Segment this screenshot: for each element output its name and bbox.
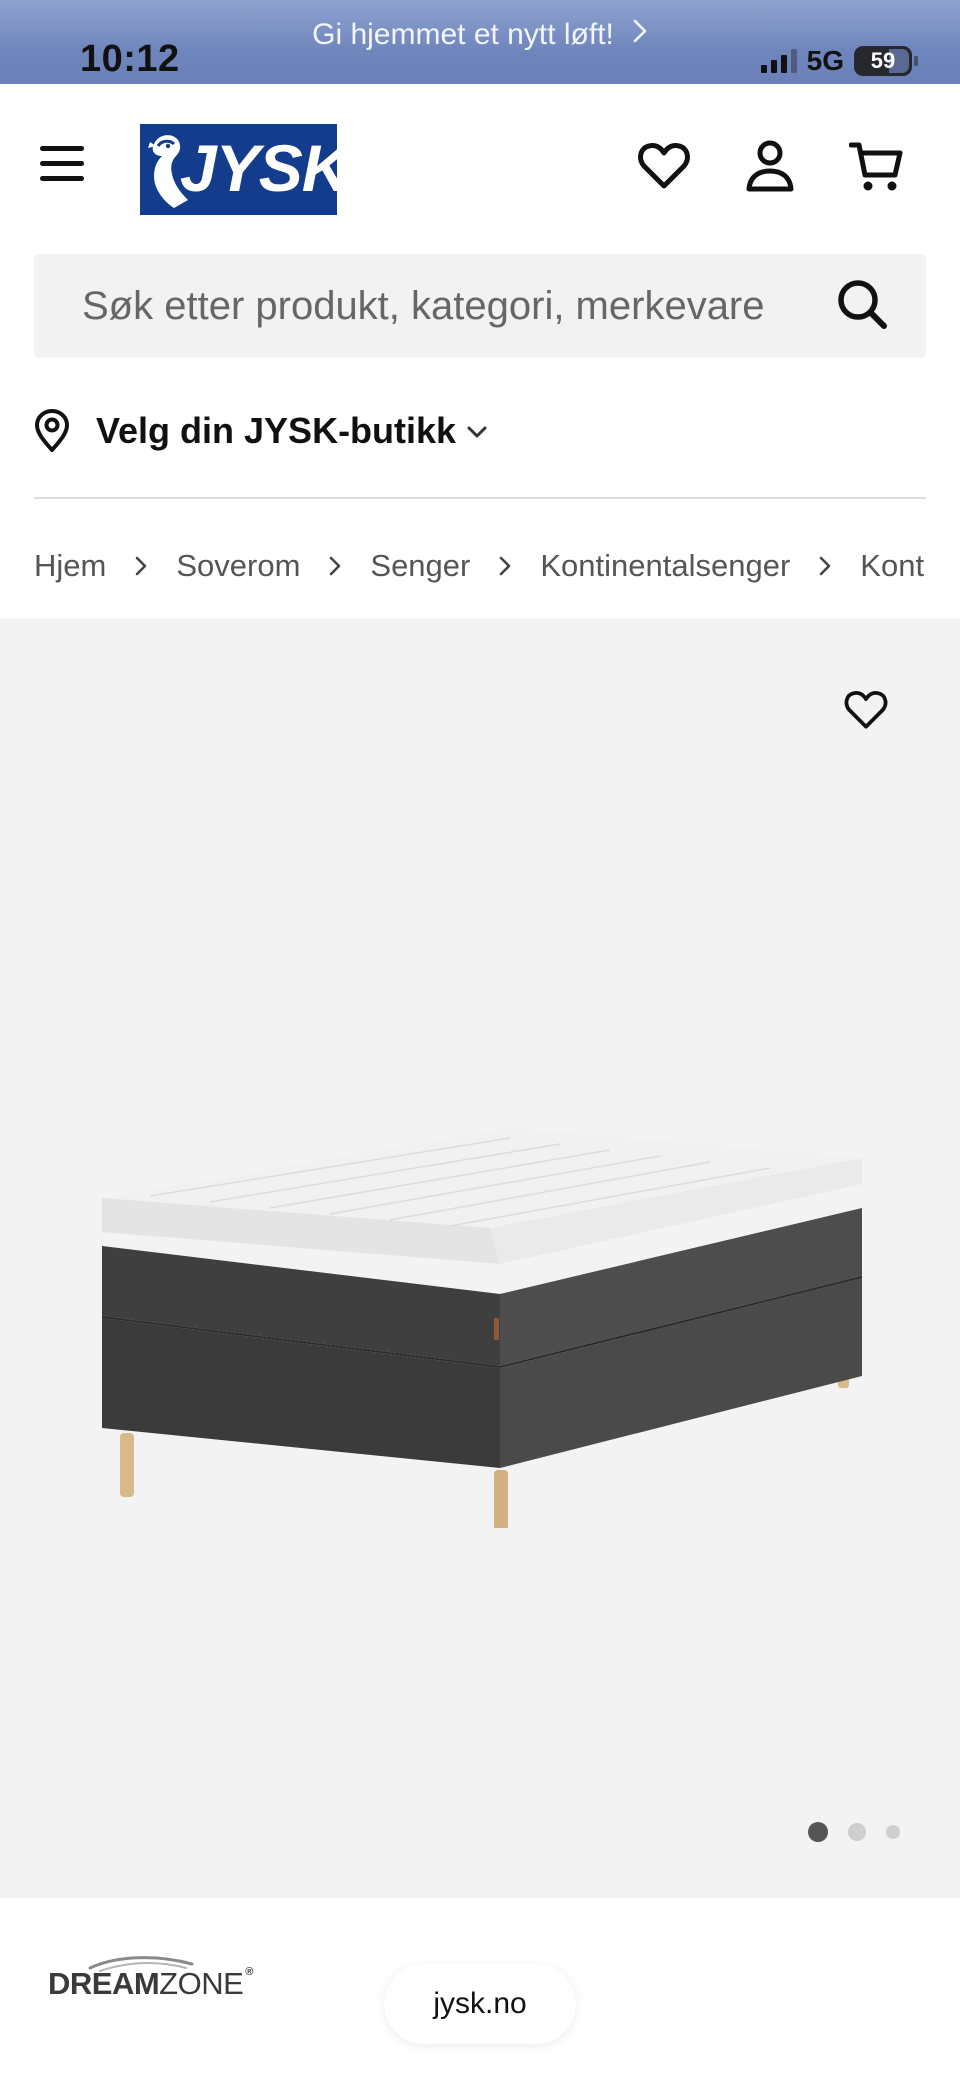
- chevron-right-icon: [134, 554, 148, 578]
- logo-text: JYSK: [180, 131, 337, 205]
- chevron-down-icon: [466, 425, 488, 444]
- clock: 10:12: [80, 38, 180, 80]
- network-type: 5G: [806, 45, 844, 76]
- chevron-right-icon: [498, 554, 512, 578]
- user-icon[interactable]: [740, 136, 800, 196]
- divider: [34, 497, 926, 499]
- search-icon[interactable]: [832, 276, 892, 336]
- search-input[interactable]: [82, 254, 842, 358]
- breadcrumb-soverom[interactable]: Soverom: [176, 548, 300, 584]
- product-image: [101, 1128, 863, 1528]
- cart-icon[interactable]: [846, 136, 906, 196]
- signal-icon: [760, 49, 797, 73]
- chevron-right-icon: [632, 18, 648, 52]
- carousel-dot[interactable]: [886, 1825, 900, 1839]
- favorite-heart-icon[interactable]: [844, 690, 896, 742]
- breadcrumb-home[interactable]: Hjem: [34, 548, 106, 584]
- store-label: Velg din JYSK-butikk: [96, 410, 457, 451]
- url-text: jysk.no: [433, 1987, 527, 2020]
- dreamzone-logo: DREAMZONE ®: [48, 1966, 253, 2002]
- carousel-dot[interactable]: [808, 1822, 828, 1842]
- carousel-dots: [808, 1822, 900, 1842]
- carousel-dot[interactable]: [848, 1823, 866, 1841]
- location-pin-icon: [35, 409, 69, 452]
- brand-mark: ®: [245, 1966, 253, 1978]
- breadcrumb: Hjem Soverom Senger Kontinentalsenger Ko…: [34, 536, 926, 596]
- site-header: JYSK: [0, 84, 960, 254]
- breadcrumb-senger[interactable]: Senger: [370, 548, 470, 584]
- menu-icon[interactable]: [36, 146, 90, 192]
- heart-icon[interactable]: [634, 136, 694, 196]
- breadcrumb-kontinentalsenger[interactable]: Kontinentalsenger: [540, 548, 790, 584]
- jysk-logo[interactable]: JYSK: [140, 124, 337, 215]
- brand-thin: ZONE: [159, 1966, 244, 2001]
- breadcrumb-current[interactable]: Kontinentalseng: [860, 548, 926, 584]
- chevron-right-icon: [818, 554, 832, 578]
- footer-strip: DREAMZONE ® jysk.no: [0, 1898, 960, 2078]
- battery-level: 59: [870, 48, 896, 73]
- chevron-right-icon: [328, 554, 342, 578]
- url-pill[interactable]: jysk.no: [384, 1964, 576, 2044]
- battery-icon: 59: [854, 46, 918, 76]
- brand-bold: DREAM: [48, 1966, 160, 2001]
- product-gallery[interactable]: [0, 618, 960, 1898]
- system-indicators: 5G 59: [760, 44, 918, 78]
- search-bar: [34, 254, 926, 358]
- store-picker[interactable]: Velg din JYSK-butikk: [34, 396, 488, 466]
- promo-text: Gi hjemmet et nytt løft!: [312, 18, 614, 51]
- status-bar: Gi hjemmet et nytt løft! 10:12 5G 59: [0, 0, 960, 84]
